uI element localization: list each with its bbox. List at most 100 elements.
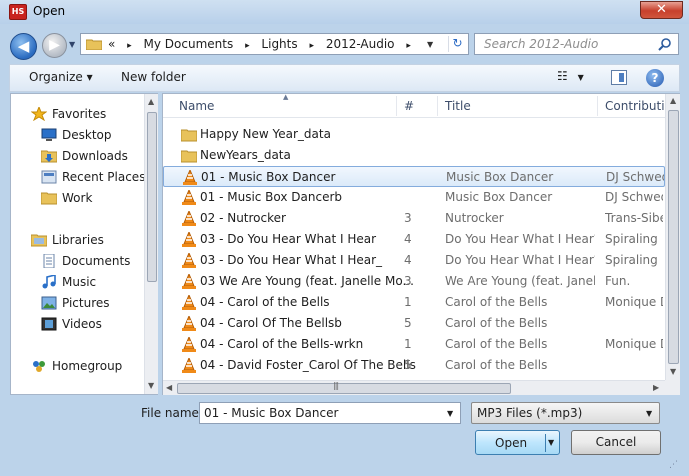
file-name: 03 We Are Young (feat. Janelle Mo... <box>200 274 414 288</box>
scroll-down-icon[interactable]: ▼ <box>148 381 154 390</box>
column-header-contributing[interactable]: Contributin <box>605 99 672 113</box>
chevron-down-icon: ▼ <box>577 73 584 82</box>
navigation-pane: Favorites Desktop Downloads Recent Place… <box>10 93 158 395</box>
column-header-name[interactable]: Name <box>179 99 214 113</box>
videos-icon <box>41 317 57 331</box>
breadcrumb-separator[interactable]: ▸ <box>406 41 411 51</box>
file-name: 03 - Do You Hear What I Hear <box>200 232 377 246</box>
scroll-left-icon[interactable]: ◀ <box>166 383 172 392</box>
address-bar[interactable]: « ▸ My Documents ▸ Lights ▸ 2012-Audio ▸… <box>80 33 469 55</box>
sidebar-scrollbar[interactable]: ▲ ▼ <box>144 94 158 394</box>
window-title: Open <box>33 4 66 18</box>
file-row[interactable]: 03 - Do You Hear What I Hear_ 4 Do You Hea… <box>163 250 665 271</box>
track-number: 3 <box>404 211 412 225</box>
sidebar-scroll-thumb[interactable] <box>147 112 157 282</box>
file-list: ▲ Name # Title Contributin Happy New Yea… <box>162 93 680 395</box>
contributing-artist: Spiraling <box>605 253 658 267</box>
preview-pane-button[interactable] <box>611 70 627 85</box>
view-list-icon: ☷ <box>557 69 568 83</box>
scroll-right-icon[interactable]: ▶ <box>653 383 659 392</box>
audio-file-icon <box>181 230 197 247</box>
horizontal-scroll-thumb[interactable] <box>177 381 511 394</box>
chevron-down-icon[interactable]: ▼ <box>447 409 453 418</box>
forward-button[interactable]: ▶ <box>42 33 67 58</box>
track-number: 4 <box>404 232 412 246</box>
file-row[interactable]: 04 - Carol of the Bells 1 Carol of the Bel… <box>163 292 665 313</box>
cancel-button[interactable]: Cancel <box>571 430 661 455</box>
file-row[interactable]: 04 - Carol of the Bells-wrkn 1 Carol of th… <box>163 334 665 355</box>
breadcrumb-separator[interactable]: ▸ <box>245 41 250 51</box>
column-header-title[interactable]: Title <box>445 99 471 113</box>
audio-file-icon <box>181 335 197 352</box>
button-split-divider <box>545 434 546 452</box>
column-divider[interactable] <box>396 96 397 116</box>
filename-value[interactable]: 01 - Music Box Dancer <box>204 406 338 420</box>
resize-grip-icon[interactable]: ⋰ <box>669 460 678 470</box>
chevron-down-icon[interactable]: ▼ <box>548 438 554 447</box>
breadcrumb-separator[interactable]: ▸ <box>309 41 314 51</box>
column-headers: ▲ Name # Title Contributin <box>163 93 672 118</box>
breadcrumb: « ▸ My Documents ▸ Lights ▸ 2012-Audio ▸ <box>108 37 419 51</box>
homegroup-icon <box>33 361 45 372</box>
file-row[interactable]: 03 We Are Young (feat. Janelle Mo... 3 We … <box>163 271 665 292</box>
sidebar-item-label: Work <box>62 191 93 205</box>
breadcrumb-2012-audio[interactable]: 2012-Audio <box>326 37 395 51</box>
file-row[interactable]: 04 - David Foster_Carol Of The Bells 5 Car… <box>163 355 665 376</box>
sidebar-item-label: Videos <box>62 317 102 331</box>
sidebar-item-label: Desktop <box>62 128 112 142</box>
breadcrumb-separator[interactable]: ▸ <box>127 41 132 51</box>
file-row[interactable]: Happy New Year_data <box>163 124 665 145</box>
file-name: Happy New Year_data <box>200 127 331 141</box>
file-rows: Happy New Year_data NewYears_data 01 - Mus… <box>163 124 665 378</box>
breadcrumb-lights[interactable]: Lights <box>261 37 297 51</box>
track-title: Carol of the Bells <box>445 316 548 330</box>
file-row[interactable]: NewYears_data <box>163 145 665 166</box>
file-list-vertical-scrollbar[interactable]: ▲ ▼ <box>665 94 680 380</box>
sidebar-item-label: Homegroup <box>52 359 123 373</box>
search-icon[interactable] <box>658 37 672 51</box>
star-icon <box>31 107 47 121</box>
new-folder-button[interactable]: New folder <box>121 70 186 84</box>
contributing-artist: Monique D <box>605 337 663 351</box>
file-row[interactable]: 01 - Music Box Dancer Music Box Dancer DJ … <box>163 166 665 187</box>
back-button[interactable]: ◀ <box>10 33 37 60</box>
recent-pages-dropdown[interactable]: ▼ <box>69 40 75 49</box>
vertical-scroll-thumb[interactable] <box>668 110 679 364</box>
scroll-down-icon[interactable]: ▼ <box>670 367 676 376</box>
command-toolbar: Organize ▾ New folder ☷ ▼ ? <box>9 64 680 92</box>
scroll-up-icon[interactable]: ▲ <box>148 97 154 106</box>
change-view-button[interactable]: ☷ ▼ <box>557 69 584 83</box>
track-title: Do You Hear What I Hear? <box>445 253 595 267</box>
column-divider[interactable] <box>437 96 438 116</box>
address-dropdown-icon[interactable]: ▼ <box>427 40 433 49</box>
sort-ascending-icon: ▲ <box>283 93 289 101</box>
track-title: Music Box Dancer <box>446 170 554 184</box>
scroll-up-icon[interactable]: ▲ <box>670 96 676 105</box>
file-name: 01 - Music Box Dancerb <box>200 190 343 204</box>
file-row[interactable]: 04 - Carol Of The Bellsb 5 Carol of the Be… <box>163 313 665 334</box>
breadcrumb-overflow[interactable]: « <box>108 37 115 51</box>
refresh-icon[interactable]: ↻ <box>448 36 466 52</box>
contributing-artist: Fun. <box>605 274 631 288</box>
file-row[interactable]: 03 - Do You Hear What I Hear 4 Do You Hear… <box>163 229 665 250</box>
close-button[interactable]: ✕ <box>640 1 683 19</box>
organize-button[interactable]: Organize ▾ <box>29 70 93 84</box>
file-type-select[interactable]: MP3 Files (*.mp3) ▼ <box>471 402 660 424</box>
open-button-label: Open <box>495 436 528 450</box>
breadcrumb-my-documents[interactable]: My Documents <box>144 37 234 51</box>
file-row[interactable]: 01 - Music Box Dancerb Music Box Dancer DJ… <box>163 187 665 208</box>
column-header-number[interactable]: # <box>404 99 414 113</box>
sidebar-item-label: Recent Places <box>62 170 146 184</box>
chevron-down-icon[interactable]: ▼ <box>646 409 652 418</box>
file-name: 03 - Do You Hear What I Hear_ <box>200 253 383 267</box>
column-divider[interactable] <box>597 96 598 116</box>
audio-file-icon <box>181 209 197 226</box>
track-title: Nutrocker <box>445 211 504 225</box>
file-row[interactable]: 02 - Nutrocker 3 Nutrocker Trans-Sibe <box>163 208 665 229</box>
open-button[interactable]: Open ▼ <box>475 430 560 455</box>
help-button[interactable]: ? <box>646 69 664 87</box>
search-input[interactable]: Search 2012-Audio <box>474 33 679 55</box>
pictures-icon <box>41 296 57 310</box>
file-list-horizontal-scrollbar[interactable]: ◀ ▶ <box>163 380 665 395</box>
filename-field[interactable]: 01 - Music Box Dancer ▼ <box>199 402 461 424</box>
